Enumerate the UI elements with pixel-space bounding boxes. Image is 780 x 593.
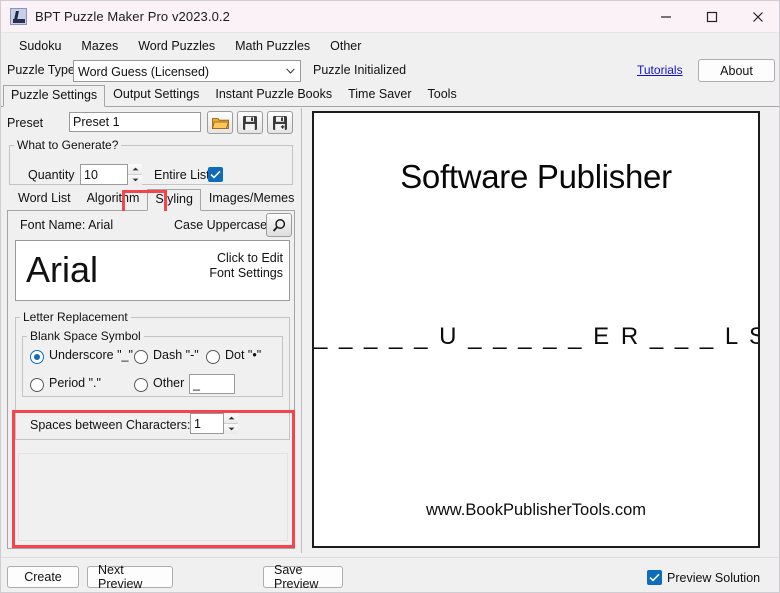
font-name-label: Font Name: Arial bbox=[20, 218, 113, 232]
tab-output-settings[interactable]: Output Settings bbox=[105, 84, 207, 106]
menu-item-mazes[interactable]: Mazes bbox=[71, 36, 128, 56]
tutorials-link[interactable]: Tutorials bbox=[637, 63, 683, 77]
case-label: Case Uppercase bbox=[174, 218, 267, 232]
preset-input[interactable]: Preset 1 bbox=[69, 112, 201, 132]
puzzle-status-text: Puzzle Initialized bbox=[313, 63, 406, 77]
entire-list-checkbox[interactable] bbox=[208, 167, 223, 182]
menu-item-other[interactable]: Other bbox=[320, 36, 371, 56]
tab-time-saver[interactable]: Time Saver bbox=[340, 84, 419, 106]
window-title: BPT Puzzle Maker Pro v2023.0.2 bbox=[35, 9, 230, 24]
preset-row: Preset Preset 1 bbox=[7, 111, 295, 137]
puzzle-type-label: Puzzle Type bbox=[7, 63, 75, 77]
font-edit-hint-line2: Font Settings bbox=[209, 266, 283, 281]
menu-bar: Sudoku Mazes Word Puzzles Math Puzzles O… bbox=[1, 33, 780, 58]
create-button[interactable]: Create bbox=[7, 566, 79, 588]
preview-solution-label: Preview Solution bbox=[667, 571, 760, 585]
title-bar: BPT Puzzle Maker Pro v2023.0.2 bbox=[1, 1, 780, 33]
close-icon[interactable] bbox=[735, 1, 780, 33]
styling-pane: Font Name: Arial Case Uppercase Arial Cl… bbox=[7, 211, 295, 549]
spaces-stepper-up[interactable] bbox=[224, 413, 238, 424]
radio-other[interactable] bbox=[134, 378, 148, 392]
bpt-app-icon bbox=[10, 8, 27, 25]
radio-period-label: Period "." bbox=[49, 376, 101, 390]
radio-other-label: Other bbox=[153, 376, 184, 390]
radio-dash-label: Dash "-" bbox=[153, 348, 199, 362]
puzzle-type-select[interactable]: Word Guess (Licensed) bbox=[73, 60, 301, 82]
preview-footer: www.BookPublisherTools.com bbox=[314, 501, 758, 520]
floppy-save-as-icon[interactable] bbox=[267, 111, 293, 134]
maximize-icon[interactable] bbox=[689, 1, 735, 33]
folder-open-icon[interactable] bbox=[207, 111, 233, 134]
subtab-images-memes[interactable]: Images/Memes bbox=[201, 188, 302, 210]
radio-underscore-label: Underscore "_" bbox=[49, 348, 133, 362]
entire-list-label: Entire List bbox=[154, 168, 210, 182]
floppy-save-icon[interactable] bbox=[237, 111, 263, 134]
other-symbol-input[interactable]: _ bbox=[189, 374, 235, 394]
window-controls bbox=[643, 1, 780, 33]
radio-underscore[interactable] bbox=[30, 350, 44, 364]
quantity-stepper-up[interactable] bbox=[128, 164, 142, 175]
what-to-generate-group: What to Generate? Quantity 10 Entire Lis… bbox=[9, 138, 293, 185]
checkmark-icon bbox=[210, 170, 221, 179]
quantity-stepper-down[interactable] bbox=[128, 175, 142, 185]
menu-item-math-puzzles[interactable]: Math Puzzles bbox=[225, 36, 320, 56]
subtab-algorithm[interactable]: Algorithm bbox=[79, 188, 148, 210]
radio-dash[interactable] bbox=[134, 350, 148, 364]
save-preview-button[interactable]: Save Preview bbox=[263, 566, 343, 588]
subtab-word-list[interactable]: Word List bbox=[10, 188, 79, 210]
spaces-stepper[interactable] bbox=[223, 413, 238, 434]
tab-puzzle-settings[interactable]: Puzzle Settings bbox=[3, 85, 105, 107]
settings-panel: Preset Preset 1 bbox=[3, 108, 297, 553]
radio-period[interactable] bbox=[30, 378, 44, 392]
font-edit-hint: Click to Edit Font Settings bbox=[209, 251, 283, 281]
application-window: BPT Puzzle Maker Pro v2023.0.2 Sudoku Ma… bbox=[0, 0, 780, 593]
next-preview-button[interactable]: Next Preview bbox=[87, 566, 173, 588]
bottom-bar: Create Next Preview Save Preview Preview… bbox=[1, 557, 780, 593]
what-to-generate-legend: What to Generate? bbox=[14, 138, 121, 152]
font-sample-text: Arial bbox=[26, 245, 98, 295]
font-edit-hint-line1: Click to Edit bbox=[209, 251, 283, 266]
quantity-label: Quantity bbox=[28, 168, 75, 182]
tab-instant-puzzle-books[interactable]: Instant Puzzle Books bbox=[207, 84, 340, 106]
preview-panel: Software Publisher _ _ _ _ _ U _ _ _ _ _… bbox=[301, 108, 775, 553]
preview-puzzle-line: _ _ _ _ _ U _ _ _ _ _ E R _ _ _ L S bbox=[314, 323, 758, 351]
radio-dot[interactable] bbox=[206, 350, 220, 364]
puzzle-type-row: Puzzle Type Word Guess (Licensed) Puzzle… bbox=[1, 59, 780, 85]
preset-label: Preset bbox=[7, 116, 43, 130]
quantity-stepper[interactable] bbox=[127, 164, 142, 185]
spaces-between-characters-label: Spaces between Characters: bbox=[30, 418, 191, 432]
sub-tab-bar: Word List Algorithm Styling Images/Memes bbox=[7, 190, 295, 211]
main-tab-bar: Puzzle Settings Output Settings Instant … bbox=[1, 86, 780, 107]
tab-tools[interactable]: Tools bbox=[420, 84, 465, 106]
about-button[interactable]: About bbox=[698, 59, 775, 82]
chevron-down-icon bbox=[286, 68, 295, 74]
minimize-icon[interactable] bbox=[643, 1, 689, 33]
letter-replacement-legend: Letter Replacement bbox=[20, 310, 131, 324]
subtab-styling[interactable]: Styling bbox=[147, 189, 201, 211]
radio-dot-label: Dot "•" bbox=[225, 348, 261, 362]
menu-item-word-puzzles[interactable]: Word Puzzles bbox=[128, 36, 225, 56]
checkmark-icon bbox=[649, 573, 660, 582]
styling-empty-area bbox=[18, 453, 288, 541]
preview-solution-checkbox[interactable] bbox=[647, 570, 662, 585]
puzzle-type-selected-value: Word Guess (Licensed) bbox=[78, 65, 209, 79]
menu-item-sudoku[interactable]: Sudoku bbox=[9, 36, 71, 56]
puzzle-preview-page[interactable]: Software Publisher _ _ _ _ _ U _ _ _ _ _… bbox=[312, 111, 760, 548]
blank-space-symbol-legend: Blank Space Symbol bbox=[27, 329, 144, 343]
font-preview-box[interactable]: Arial Click to Edit Font Settings bbox=[15, 240, 290, 301]
preview-title: Software Publisher bbox=[314, 158, 758, 196]
spaces-stepper-down[interactable] bbox=[224, 424, 238, 434]
magnifier-icon[interactable] bbox=[266, 213, 292, 237]
